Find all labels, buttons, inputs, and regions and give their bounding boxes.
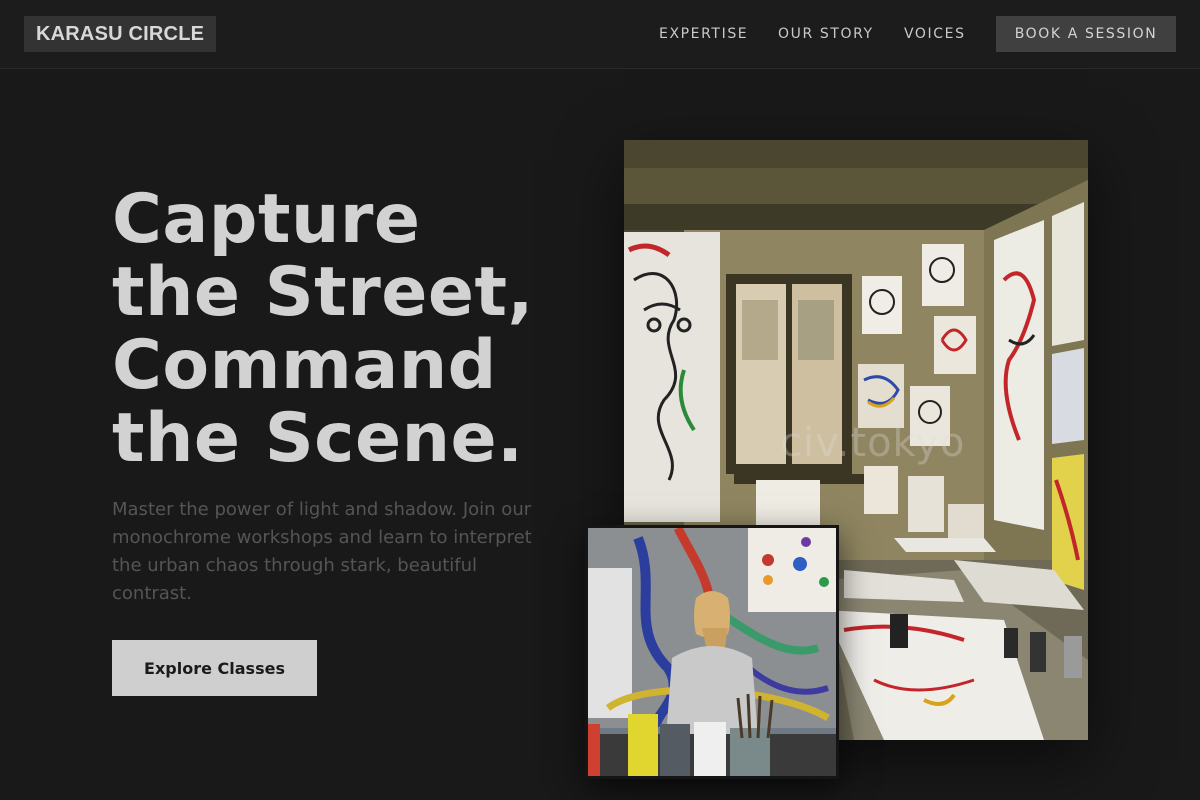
hero-title-line: the Scene. xyxy=(112,399,524,478)
nav-link-voices[interactable]: VOICES xyxy=(904,16,966,52)
hero-title: Capture the Street, Command the Scene. xyxy=(112,183,582,475)
nav-link-our-story[interactable]: OUR STORY xyxy=(778,16,874,52)
book-session-button[interactable]: BOOK A SESSION xyxy=(996,16,1176,52)
nav-link-expertise[interactable]: EXPERTISE xyxy=(659,16,748,52)
child-painting-illustration xyxy=(588,528,836,776)
hero-description: Master the power of light and shadow. Jo… xyxy=(112,499,532,604)
photo-watermark: civ.tokyo xyxy=(780,420,966,466)
site-header: KARASU CIRCLE EXPERTISE OUR STORY VOICES… xyxy=(0,0,1200,69)
explore-classes-button[interactable]: Explore Classes xyxy=(112,640,317,696)
child-painting-photo xyxy=(585,525,839,779)
hero-title-line: the Street, xyxy=(112,253,534,332)
page: KARASU CIRCLE EXPERTISE OUR STORY VOICES… xyxy=(0,0,1200,800)
hero-title-line: Capture xyxy=(112,180,421,259)
hero-title-line: Command xyxy=(112,326,497,405)
brand-logo[interactable]: KARASU CIRCLE xyxy=(24,16,217,52)
